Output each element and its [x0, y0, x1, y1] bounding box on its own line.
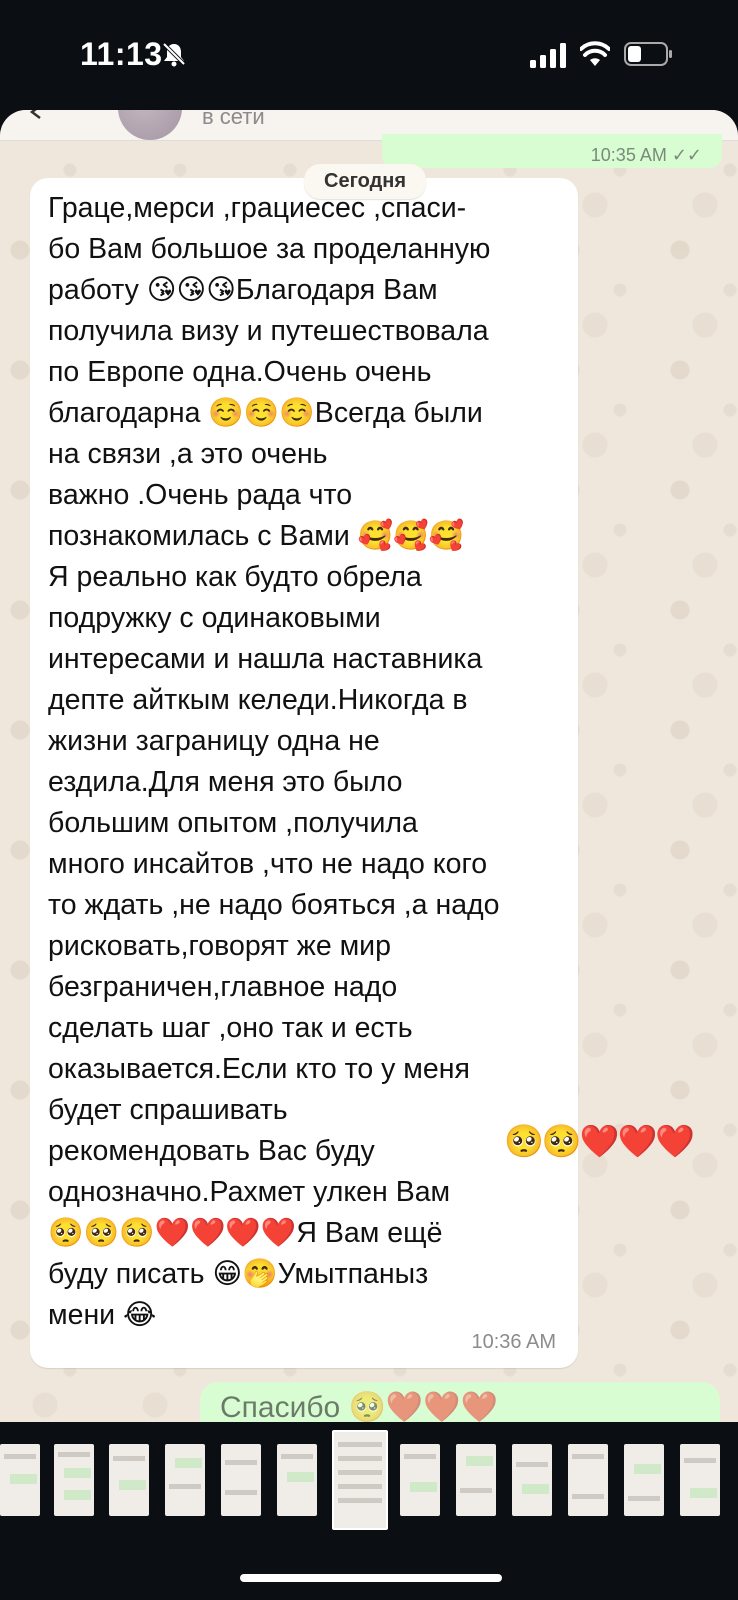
thumbnail[interactable] — [277, 1444, 317, 1516]
thumbnail[interactable] — [54, 1444, 94, 1516]
contact-online-status: в сети — [202, 110, 265, 129]
home-indicator[interactable] — [240, 1574, 502, 1582]
wifi-icon — [580, 41, 610, 66]
message-time: 10:36 AM — [471, 1331, 556, 1353]
previous-message-time: 10:35 AM ✓✓ — [590, 145, 702, 165]
cellular-signal-icon — [530, 43, 566, 68]
thumbnail[interactable] — [0, 1444, 40, 1516]
battery-icon — [624, 42, 672, 66]
thumbnail-strip — [0, 1430, 738, 1530]
thumbnail[interactable] — [624, 1444, 664, 1516]
contact-avatar[interactable] — [118, 110, 182, 140]
back-chevron-icon[interactable] — [28, 110, 44, 120]
thumbnail[interactable] — [456, 1444, 496, 1516]
thumbnail[interactable] — [400, 1444, 440, 1516]
incoming-message-bubble[interactable]: Граце,мерси ,грациесес ,спаси- бо Вам бо… — [30, 178, 578, 1368]
thumbnail[interactable] — [568, 1444, 608, 1516]
thumbnail[interactable] — [109, 1444, 149, 1516]
next-message-text: Спасибо 🥺❤️❤️❤️ — [220, 1391, 498, 1422]
message-text: Граце,мерси ,грациесес ,спаси- бо Вам бо… — [48, 192, 500, 1331]
outgoing-message-next[interactable]: Спасибо 🥺❤️❤️❤️ — [200, 1382, 720, 1422]
thumbnail[interactable] — [165, 1444, 205, 1516]
thumbnail[interactable] — [680, 1444, 720, 1516]
status-time: 11:13 — [80, 36, 163, 72]
thumbnail-active[interactable] — [332, 1430, 388, 1530]
thumbnail[interactable] — [512, 1444, 552, 1516]
bell-muted-icon — [162, 42, 186, 67]
status-bar: 11:13 — [0, 0, 738, 110]
screenshot-preview: в сети 10:35 AM ✓✓ Граце,мерси ,грациесе… — [0, 110, 738, 1422]
outgoing-message-previous[interactable]: 10:35 AM ✓✓ — [382, 134, 722, 168]
date-separator: Сегодня — [304, 164, 427, 199]
overflow-emoji: 🥺🥺❤️❤️❤️ — [504, 1123, 695, 1159]
thumbnail[interactable] — [221, 1444, 261, 1516]
